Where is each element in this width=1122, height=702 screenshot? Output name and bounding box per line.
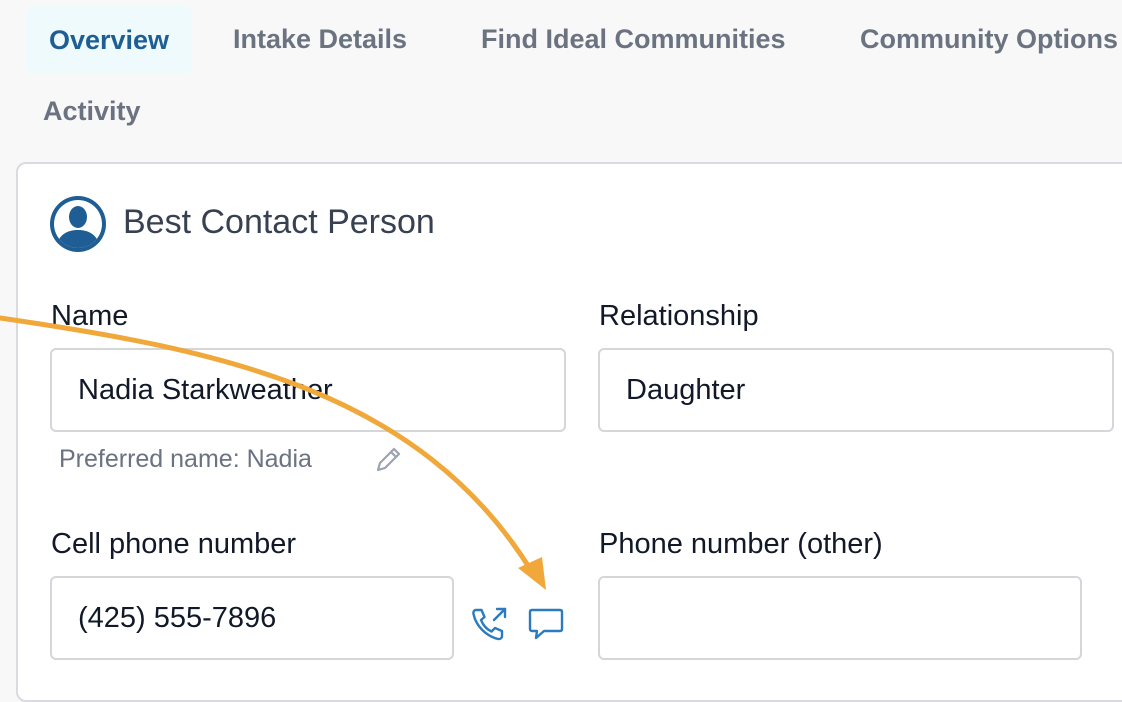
other-phone-label: Phone number (other) bbox=[599, 528, 883, 560]
relationship-label: Relationship bbox=[599, 300, 759, 332]
tab-bar: Overview Intake Details Find Ideal Commu… bbox=[0, 0, 1122, 150]
cell-phone-input[interactable]: (425) 555-7896 bbox=[50, 576, 454, 660]
cell-phone-value: (425) 555-7896 bbox=[78, 601, 277, 634]
tab-label: Overview bbox=[48, 24, 170, 55]
person-circle-icon bbox=[50, 196, 106, 252]
cell-phone-label: Cell phone number bbox=[51, 528, 297, 560]
other-phone-input[interactable] bbox=[598, 576, 1082, 660]
relationship-value: Daughter bbox=[626, 373, 746, 406]
tab-activity[interactable]: Activity bbox=[43, 96, 141, 127]
tab-intake-details[interactable]: Intake Details bbox=[233, 24, 407, 55]
relationship-input[interactable]: Daughter bbox=[598, 348, 1114, 432]
chat-bubble-icon[interactable] bbox=[526, 604, 566, 649]
phone-outgoing-icon[interactable] bbox=[470, 604, 510, 649]
name-value: Nadia Starkweather bbox=[78, 373, 333, 406]
pencil-icon[interactable] bbox=[372, 444, 404, 481]
tab-overview[interactable]: Overview bbox=[26, 6, 192, 74]
tab-find-ideal-communities[interactable]: Find Ideal Communities bbox=[481, 24, 786, 55]
name-input[interactable]: Nadia Starkweather bbox=[50, 348, 566, 432]
card-title: Best Contact Person bbox=[123, 203, 435, 241]
name-label: Name bbox=[51, 300, 129, 332]
tab-community-options[interactable]: Community Options bbox=[860, 24, 1118, 55]
preferred-name-text: Preferred name: Nadia bbox=[59, 445, 312, 473]
